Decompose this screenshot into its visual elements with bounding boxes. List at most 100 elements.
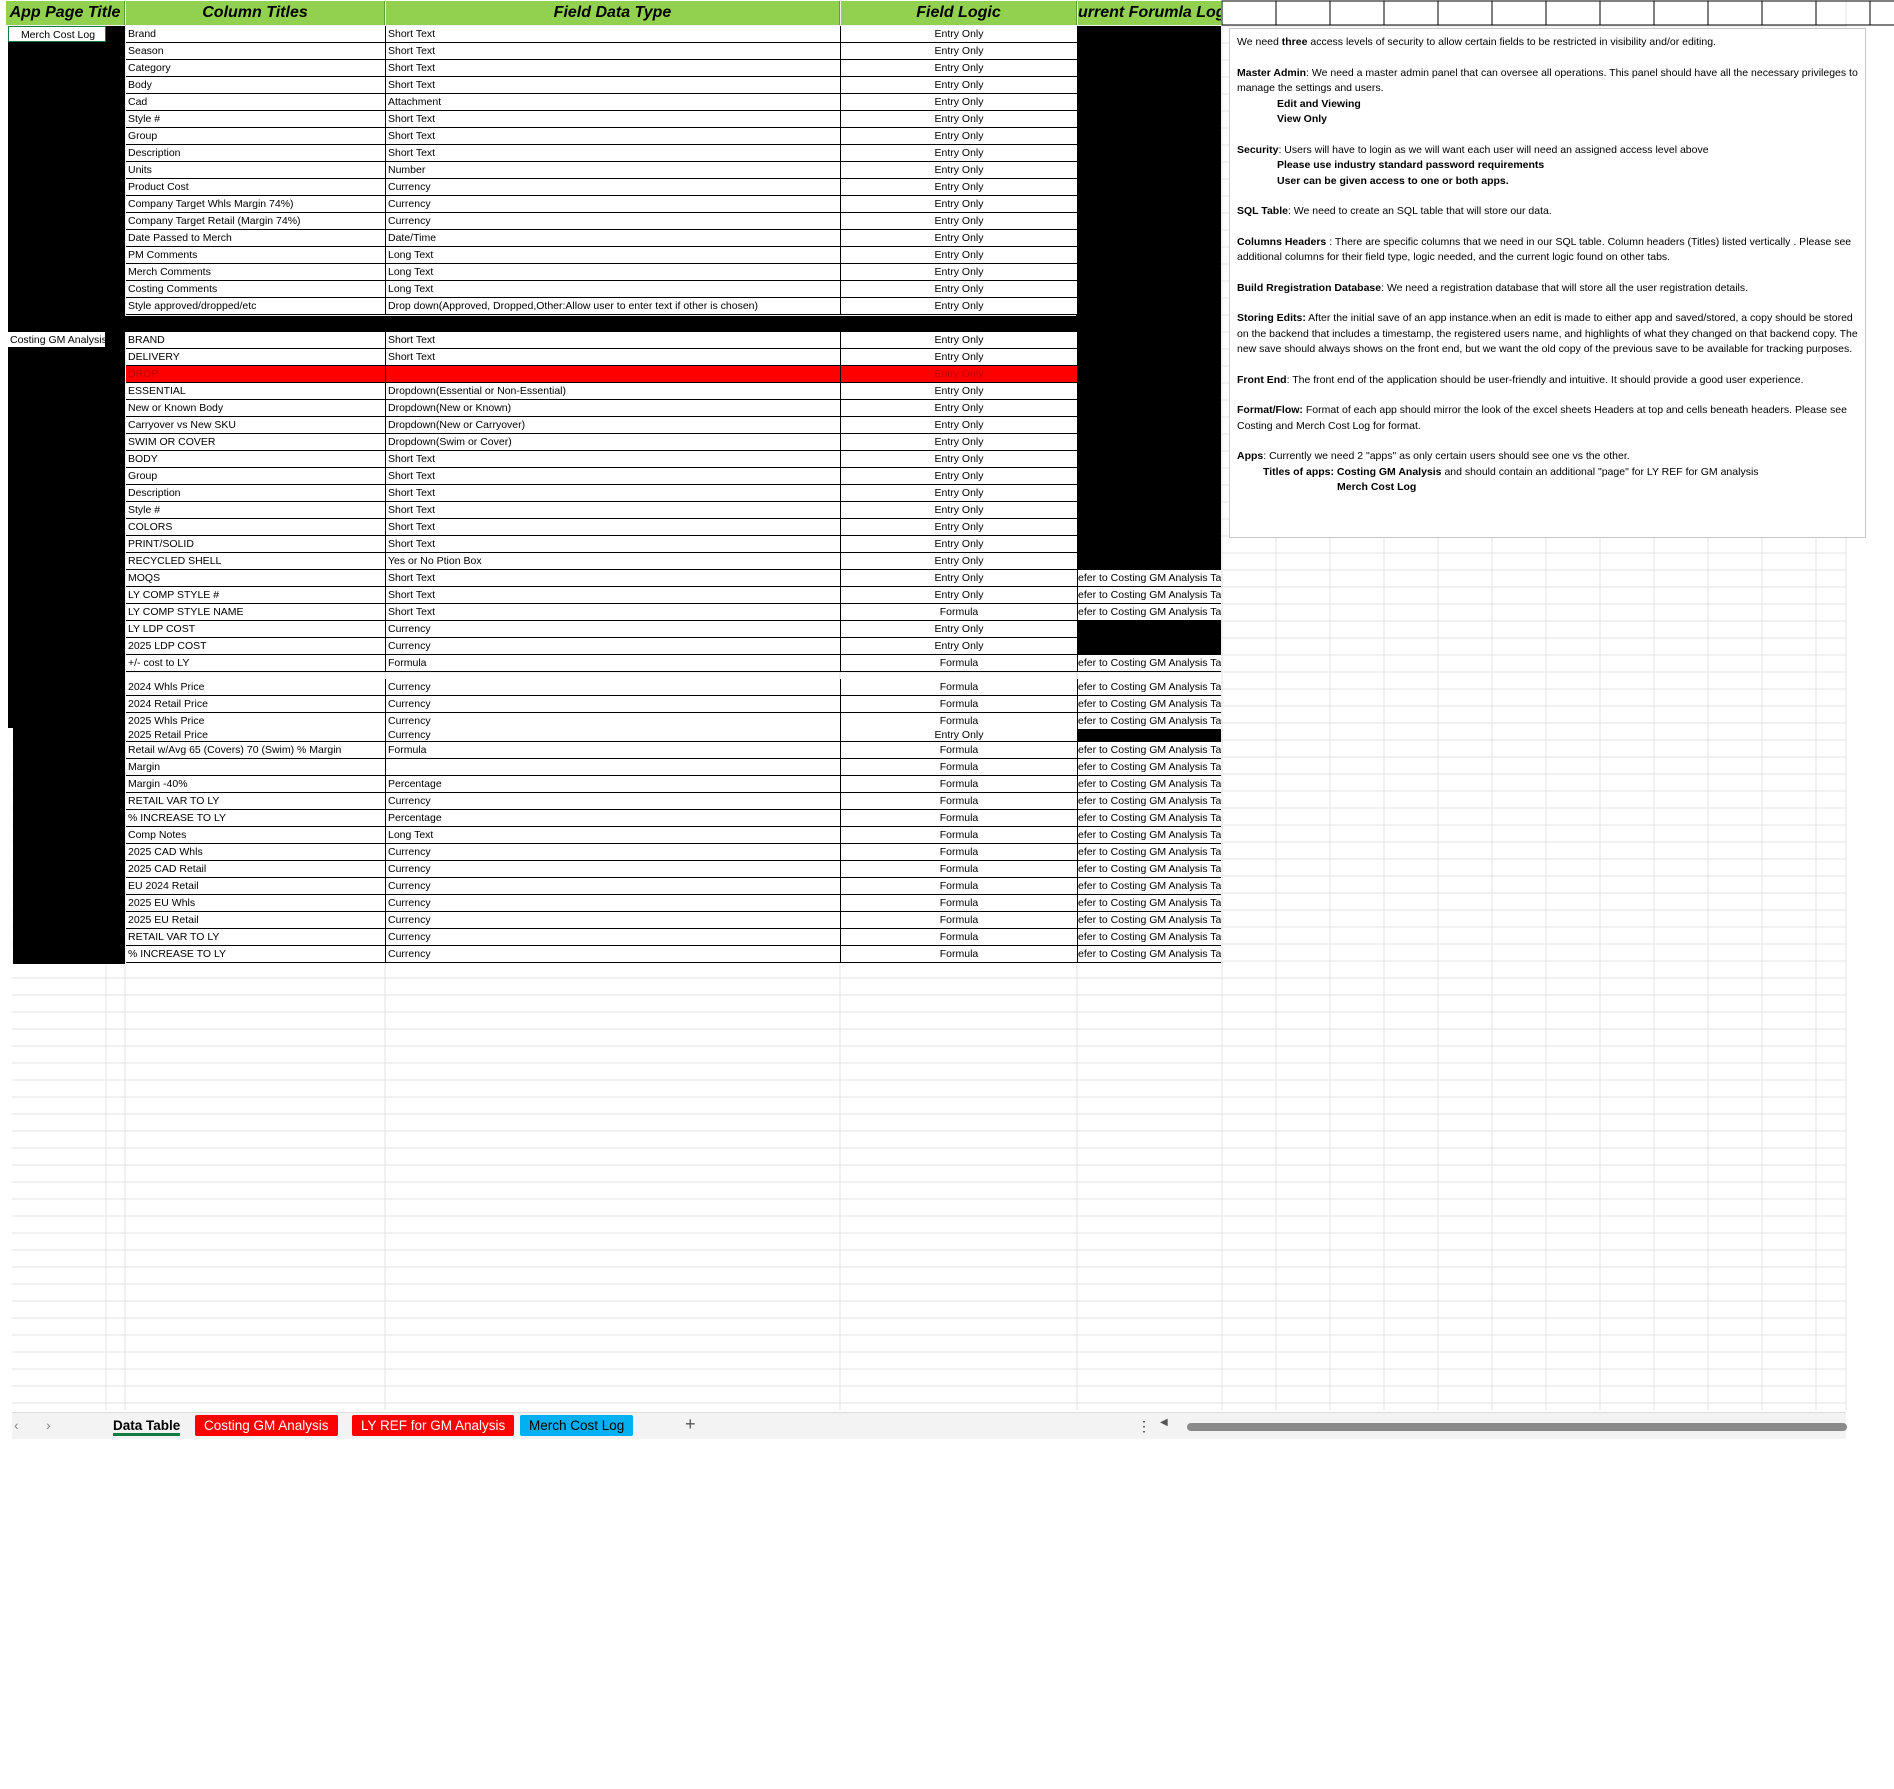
- cell-field-data-type[interactable]: Currency: [386, 213, 841, 230]
- cell-field-logic[interactable]: Formula: [841, 912, 1078, 929]
- cell-field-data-type[interactable]: Currency: [386, 946, 841, 963]
- tab-data-table[interactable]: Data Table: [104, 1415, 189, 1436]
- cell-field-data-type[interactable]: Currency: [386, 895, 841, 912]
- cell-costing-gm-analysis[interactable]: Costing GM Analysis: [8, 332, 106, 348]
- cell-formula-logic[interactable]: efer to Costing GM Analysis Tab: [1078, 844, 1221, 861]
- cell-column-title[interactable]: Margin: [126, 759, 386, 776]
- cell-field-logic[interactable]: Formula: [841, 929, 1078, 946]
- more-options-icon[interactable]: ⋮: [1137, 1418, 1151, 1435]
- cell-column-title[interactable]: Retail w/Avg 65 (Covers) 70 (Swim) % Mar…: [126, 742, 386, 759]
- cell-field-data-type[interactable]: Short Text: [386, 451, 841, 468]
- cell-field-logic[interactable]: Entry Only: [841, 213, 1078, 230]
- cell-field-logic[interactable]: Entry Only: [841, 60, 1078, 77]
- cell-column-title[interactable]: MOQS: [126, 570, 386, 587]
- cell-field-data-type[interactable]: Currency: [386, 912, 841, 929]
- tab-merch-cost-log[interactable]: Merch Cost Log: [520, 1415, 634, 1436]
- cell-field-logic[interactable]: Entry Only: [841, 638, 1078, 655]
- cell-column-title[interactable]: LY LDP COST: [126, 621, 386, 638]
- cell-field-data-type[interactable]: Short Text: [386, 77, 841, 94]
- cell-column-title[interactable]: RECYCLED SHELL: [126, 553, 386, 570]
- cell-column-title[interactable]: DELIVERY: [126, 349, 386, 366]
- cell-column-title[interactable]: % INCREASE TO LY: [126, 946, 386, 963]
- cell-column-title[interactable]: RETAIL VAR TO LY: [126, 793, 386, 810]
- cell-field-logic[interactable]: Entry Only: [841, 366, 1078, 383]
- cell-field-data-type[interactable]: Short Text: [386, 485, 841, 502]
- cell-column-title[interactable]: Style #: [126, 502, 386, 519]
- cell-field-data-type[interactable]: Short Text: [386, 145, 841, 162]
- cell-column-title[interactable]: 2024 Retail Price: [126, 696, 386, 713]
- cell-column-title[interactable]: Margin -40%: [126, 776, 386, 793]
- cell-field-logic[interactable]: Entry Only: [841, 451, 1078, 468]
- cell-field-data-type[interactable]: Formula: [386, 742, 841, 759]
- cell-column-title[interactable]: Costing Comments: [126, 281, 386, 298]
- cell-field-logic[interactable]: Entry Only: [841, 502, 1078, 519]
- tab-costing-gm-analysis[interactable]: Costing GM Analysis: [195, 1415, 338, 1436]
- cell-field-data-type[interactable]: Currency: [386, 929, 841, 946]
- cell-field-logic[interactable]: Entry Only: [841, 468, 1078, 485]
- cell-field-data-type[interactable]: Dropdown(Essential or Non-Essential): [386, 383, 841, 400]
- cell-field-logic[interactable]: Entry Only: [841, 400, 1078, 417]
- cell-field-data-type[interactable]: Short Text: [386, 128, 841, 145]
- cell-field-data-type[interactable]: Date/Time: [386, 230, 841, 247]
- cell-formula-logic[interactable]: efer to Costing GM Analysis Tab: [1078, 742, 1221, 759]
- cell-field-logic[interactable]: Entry Only: [841, 434, 1078, 451]
- cell-field-logic[interactable]: Entry Only: [841, 536, 1078, 553]
- cell-formula-logic[interactable]: efer to Costing GM Analysis Tab: [1078, 929, 1221, 946]
- cell-field-logic[interactable]: Entry Only: [841, 43, 1078, 60]
- cell-column-title[interactable]: Group: [126, 128, 386, 145]
- cell-field-data-type[interactable]: Percentage: [386, 776, 841, 793]
- cell-formula-logic[interactable]: efer to Costing GM Analysis Tab: [1078, 679, 1221, 696]
- cell-field-logic[interactable]: Entry Only: [841, 26, 1078, 43]
- cell-field-data-type[interactable]: Currency: [386, 679, 841, 696]
- cell-formula-logic[interactable]: efer to Costing GM Analysis Tab: [1078, 587, 1221, 604]
- cell-field-logic[interactable]: Entry Only: [841, 196, 1078, 213]
- header-current-formula-logic[interactable]: urrent Forumla Logic: [1078, 1, 1222, 25]
- cell-field-logic[interactable]: Formula: [841, 827, 1078, 844]
- cell-field-logic[interactable]: Entry Only: [841, 94, 1078, 111]
- header-app-page-title[interactable]: App Page Title: [6, 1, 125, 25]
- cell-column-title[interactable]: LY COMP STYLE #: [126, 587, 386, 604]
- cell-column-title[interactable]: Brand: [126, 26, 386, 43]
- cell-column-title[interactable]: Style approved/dropped/etc: [126, 298, 386, 315]
- cell-field-data-type[interactable]: Long Text: [386, 281, 841, 298]
- cell-formula-logic[interactable]: efer to Costing GM Analysis Tab: [1078, 570, 1221, 587]
- header-field-logic[interactable]: Field Logic: [841, 1, 1077, 25]
- cell-column-title[interactable]: 2025 CAD Retail: [126, 861, 386, 878]
- cell-field-logic[interactable]: Formula: [841, 742, 1078, 759]
- cell-column-title[interactable]: RETAIL VAR TO LY: [126, 929, 386, 946]
- cell-column-title[interactable]: BODY: [126, 451, 386, 468]
- cell-field-data-type[interactable]: Yes or No Ption Box: [386, 553, 841, 570]
- cell-field-data-type[interactable]: Long Text: [386, 264, 841, 281]
- cell-field-data-type[interactable]: Drop down(Approved, Dropped,Other:Allow …: [386, 298, 841, 315]
- cell-formula-logic[interactable]: efer to Costing GM Analysis Tab: [1078, 713, 1221, 730]
- cell-field-data-type[interactable]: Short Text: [386, 468, 841, 485]
- cell-column-title[interactable]: SWIM OR COVER: [126, 434, 386, 451]
- cell-field-data-type[interactable]: [386, 759, 841, 776]
- cell-field-data-type[interactable]: Currency: [386, 638, 841, 655]
- cell-column-title[interactable]: +/- cost to LY: [126, 655, 386, 672]
- cell-column-title[interactable]: BRAND: [126, 332, 386, 349]
- scroll-left-icon[interactable]: ◀: [1160, 1417, 1168, 1428]
- cell-field-logic[interactable]: Formula: [841, 895, 1078, 912]
- cell-column-title[interactable]: Style #: [126, 111, 386, 128]
- cell-field-logic[interactable]: Entry Only: [841, 281, 1078, 298]
- cell-field-data-type[interactable]: Short Text: [386, 26, 841, 43]
- add-sheet-icon[interactable]: +: [685, 1414, 696, 1435]
- cell-field-logic[interactable]: Formula: [841, 679, 1078, 696]
- cell-field-logic[interactable]: Entry Only: [841, 264, 1078, 281]
- prev-sheet-icon[interactable]: ‹: [14, 1417, 19, 1433]
- cell-formula-logic[interactable]: efer to Costing GM Analysis Tab: [1078, 912, 1221, 929]
- cell-field-data-type[interactable]: Attachment: [386, 94, 841, 111]
- cell-field-data-type[interactable]: Short Text: [386, 111, 841, 128]
- cell-field-logic[interactable]: Formula: [841, 878, 1078, 895]
- cell-field-data-type[interactable]: Currency: [386, 179, 841, 196]
- cell-field-logic[interactable]: Entry Only: [841, 332, 1078, 349]
- cell-field-logic[interactable]: Entry Only: [841, 519, 1078, 536]
- cell-formula-logic[interactable]: efer to Costing GM Analysis Tab: [1078, 878, 1221, 895]
- cell-field-data-type[interactable]: Currency: [386, 793, 841, 810]
- cell-column-title[interactable]: DROP: [126, 366, 386, 383]
- cell-field-logic[interactable]: Entry Only: [841, 230, 1078, 247]
- cell-formula-logic[interactable]: efer to Costing GM Analysis Tab: [1078, 861, 1221, 878]
- cell-formula-logic[interactable]: efer to Costing GM Analysis Tab: [1078, 895, 1221, 912]
- cell-field-logic[interactable]: Entry Only: [841, 728, 1078, 742]
